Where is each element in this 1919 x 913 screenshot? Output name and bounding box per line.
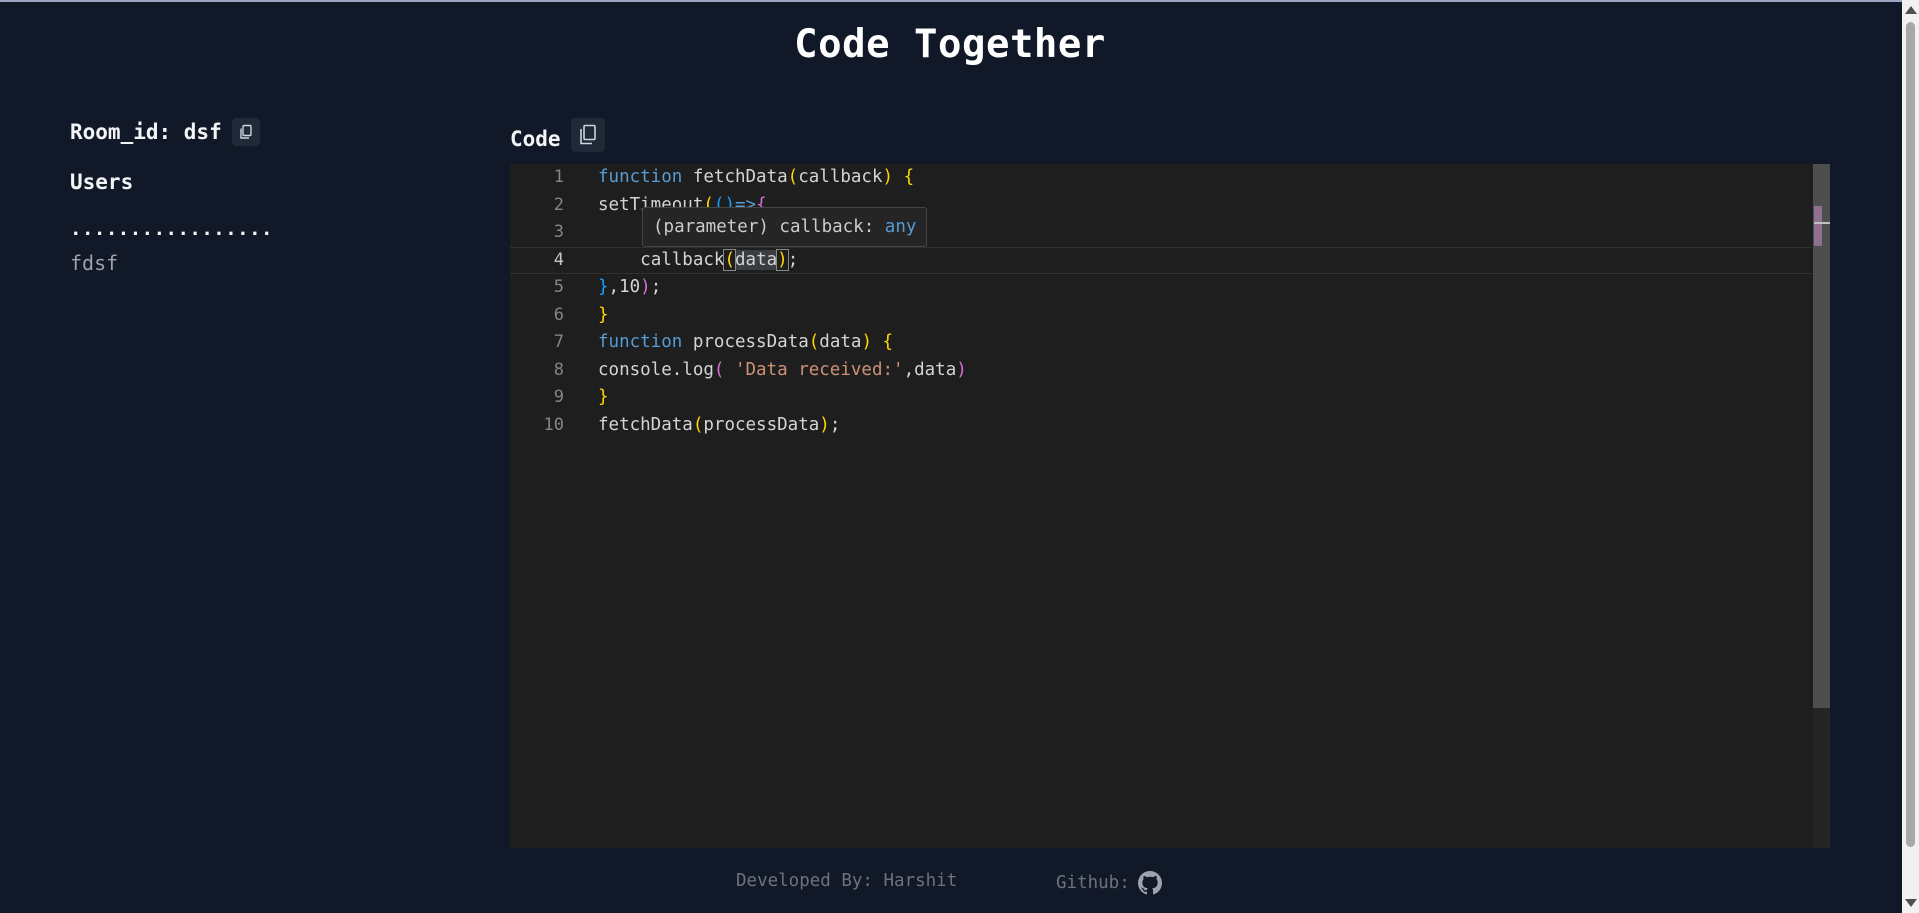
copy-icon — [240, 124, 252, 139]
room-info: Room_id: dsf — [70, 118, 260, 146]
scroll-down-arrow-icon[interactable] — [1905, 899, 1917, 907]
page-title: Code Together — [794, 22, 1106, 67]
github-icon[interactable] — [1137, 871, 1162, 895]
code-line[interactable]: console.log( 'Data received:',data) — [598, 357, 1812, 385]
code-line[interactable]: function processData(data) { — [598, 329, 1812, 357]
code-line[interactable]: },10); — [598, 274, 1812, 302]
code-line-current[interactable]: callback(data); — [510, 246, 1812, 274]
line-number: 6 — [553, 304, 564, 325]
editor-minimap-marker — [1814, 206, 1822, 246]
hover-tooltip: (parameter) callback: any — [642, 207, 928, 247]
copy-code-button[interactable] — [570, 118, 605, 152]
line-number: 8 — [553, 359, 564, 380]
code-line[interactable]: fetchData(processData); — [598, 412, 1812, 440]
line-number: 5 — [553, 277, 564, 297]
line-number-gutter: 1 2 3 4 5 6 7 8 9 10 — [510, 164, 570, 439]
code-line[interactable]: } — [598, 302, 1812, 330]
users-divider: ................. — [70, 218, 273, 240]
page-scrollbar[interactable] — [1902, 0, 1919, 913]
line-number: 9 — [553, 387, 564, 407]
line-number: 10 — [543, 414, 564, 435]
editor-cursor-marker — [1814, 222, 1830, 224]
scroll-up-arrow-icon[interactable] — [1905, 6, 1917, 14]
code-label: Code — [510, 127, 561, 151]
copy-room-id-button[interactable] — [231, 118, 260, 146]
page-scrollbar-thumb[interactable] — [1906, 22, 1915, 847]
code-line[interactable]: function fetchData(callback) { — [598, 164, 1812, 192]
line-number: 1 — [553, 167, 564, 187]
room-id-label: Room_id: dsf — [70, 120, 222, 144]
line-number: 2 — [553, 194, 564, 215]
code-editor[interactable]: 1 2 3 4 5 6 7 8 9 10 function fetchData(… — [510, 164, 1830, 848]
top-border — [0, 0, 1919, 2]
code-line[interactable]: } — [598, 384, 1812, 412]
code-lines[interactable]: function fetchData(callback) { setTimeou… — [510, 164, 1812, 440]
developer-credit: Developed By: Harshit — [736, 871, 958, 891]
line-number: 3 — [553, 222, 564, 242]
line-number: 7 — [553, 332, 564, 352]
users-title: Users — [70, 170, 134, 194]
code-header: Code — [510, 118, 605, 152]
github-label: Github: — [1056, 873, 1130, 893]
github-link[interactable]: Github: — [1056, 871, 1162, 895]
user-item: fdsf — [70, 251, 119, 275]
copy-icon — [579, 124, 596, 145]
